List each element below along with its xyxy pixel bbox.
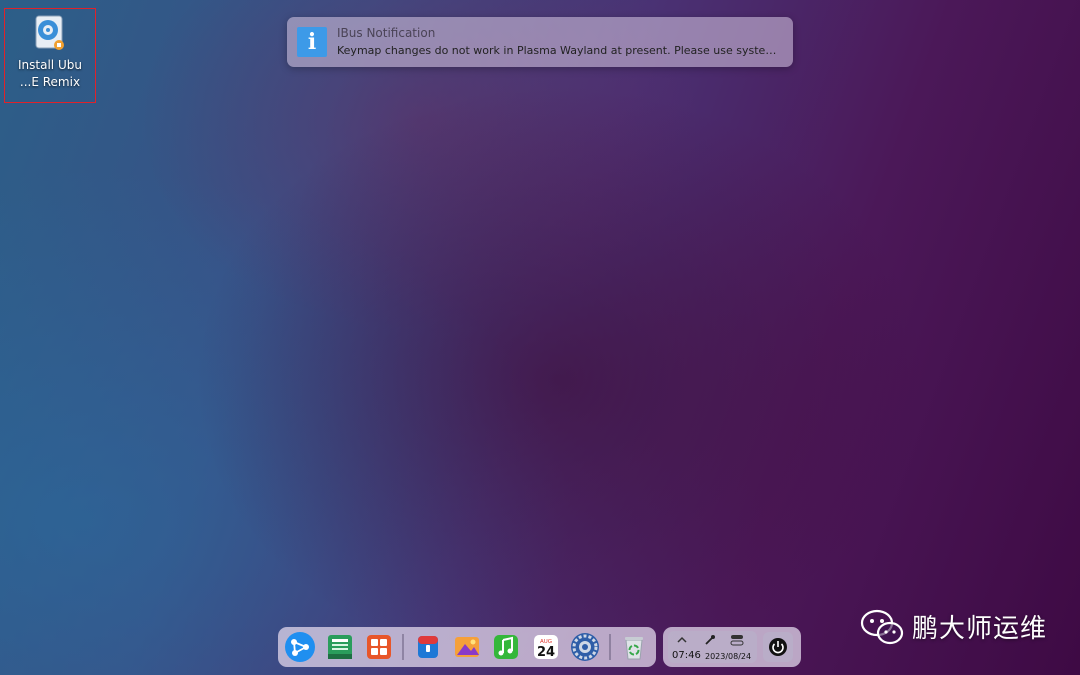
watermark: 鹏大师运维 — [860, 608, 1047, 645]
folder-book-icon — [327, 635, 352, 659]
watermark-text: 鹏大师运维 — [912, 614, 1048, 644]
desktop-icon-label-line1: Install Ubu — [18, 58, 82, 72]
dock-app-music[interactable] — [490, 630, 522, 664]
system-tray: 07:46 2023/08/24 — [663, 627, 801, 667]
notification-title: IBus Notification — [337, 26, 436, 40]
clock-date: 2023/08/24 — [705, 652, 752, 661]
installer-disc-icon — [35, 15, 64, 50]
clock-time: 07:46 — [672, 650, 701, 661]
music-note-icon — [494, 635, 519, 659]
photos-icon — [455, 637, 480, 657]
notification-body: Keymap changes do not work in Plasma Way… — [337, 44, 785, 57]
dock-app-settings[interactable] — [569, 630, 601, 664]
pin-icon[interactable] — [704, 634, 716, 646]
wechat-icon — [860, 609, 904, 644]
grid-apps-icon — [367, 635, 392, 659]
desktop-icon-installer[interactable]: Install Ubu ...E Remix — [4, 8, 96, 103]
dock-app-calendar[interactable]: AUG 24 — [530, 630, 562, 664]
dock-separator — [402, 634, 405, 660]
gear-icon — [571, 633, 600, 661]
desktop-icon-label-line2: ...E Remix — [19, 75, 81, 89]
info-icon: i — [297, 27, 327, 57]
dock-app-trash[interactable] — [618, 630, 650, 664]
dock: AUG 24 — [278, 627, 656, 667]
dock-app-grid[interactable] — [363, 630, 395, 664]
store-box-icon — [417, 636, 438, 658]
dock-app-file-manager[interactable] — [323, 630, 355, 664]
calendar-icon: AUG 24 — [533, 635, 558, 660]
dock-app-store[interactable] — [411, 630, 443, 664]
recycle-bin-icon — [624, 637, 643, 660]
dock-separator — [608, 634, 611, 660]
ibus-notification[interactable]: i IBus Notification Keymap changes do no… — [287, 17, 793, 67]
power-icon — [769, 638, 787, 656]
dock-app-launcher[interactable] — [284, 630, 316, 664]
chevron-up-icon[interactable] — [676, 634, 688, 646]
calendar-day: 24 — [537, 645, 555, 660]
tray-status-area[interactable]: 07:46 2023/08/24 — [668, 631, 757, 663]
dock-app-photos[interactable] — [451, 630, 483, 664]
desktop-icon-label: Install Ubu ...E Remix — [18, 57, 82, 91]
power-button[interactable] — [763, 632, 793, 662]
network-launcher-icon — [285, 632, 316, 662]
toggle-icon[interactable] — [730, 634, 744, 646]
